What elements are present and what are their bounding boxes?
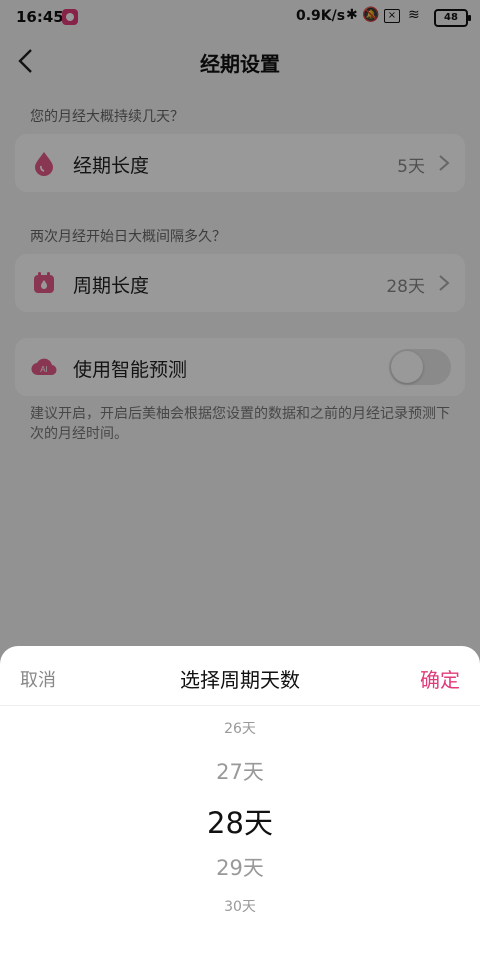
cycle-days-sheet: 取消 选择周期天数 确定 26天 27天 28天 29天 30天	[0, 646, 480, 960]
picker-option[interactable]: 27天	[0, 756, 480, 786]
picker-option[interactable]: 26天	[0, 718, 480, 738]
picker-option[interactable]: 30天	[0, 896, 480, 916]
picker-option-selected[interactable]: 28天	[0, 800, 480, 842]
days-picker[interactable]: 26天 27天 28天 29天 30天	[0, 706, 480, 960]
sheet-title: 选择周期天数	[180, 668, 300, 692]
confirm-button[interactable]: 确定	[420, 664, 460, 693]
picker-option[interactable]: 29天	[0, 852, 480, 882]
